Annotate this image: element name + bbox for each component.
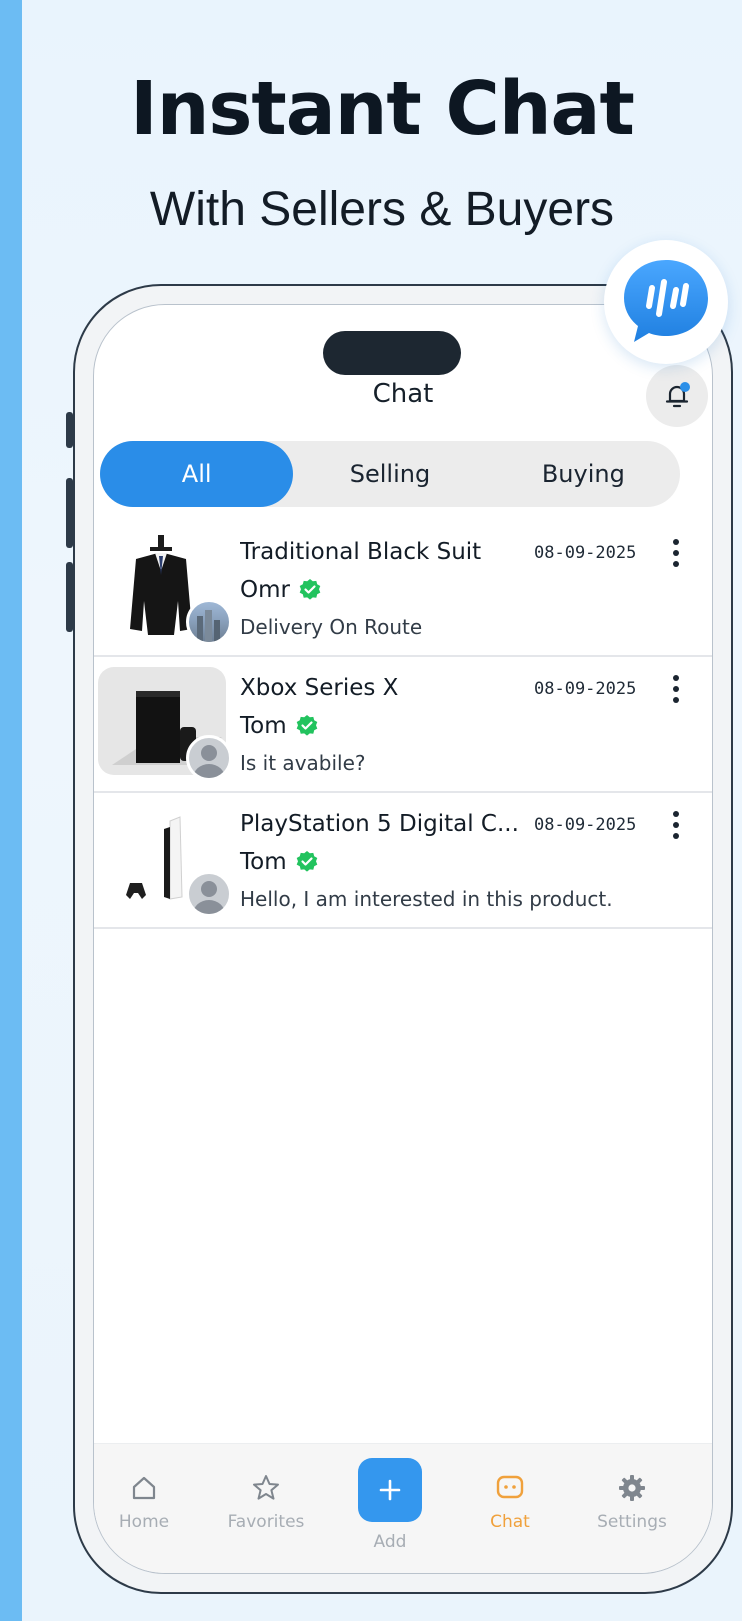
chat-title: Xbox Series X: [240, 675, 399, 701]
verified-badge-icon: [296, 715, 317, 736]
chat-last-message: Hello, I am interested in this product.: [240, 887, 613, 911]
verified-badge-icon: [299, 579, 321, 600]
tab-selling[interactable]: Selling: [293, 441, 486, 507]
chat-bubble-icon: [624, 260, 708, 342]
nav-home[interactable]: Home: [94, 1470, 194, 1532]
add-listing-button[interactable]: [358, 1458, 422, 1522]
chat-filter-tabs: All Selling Buying: [100, 441, 680, 507]
phone-frame: Chat All Selling Buying Traditional Blac…: [73, 284, 733, 1594]
nav-add-label: Add: [373, 1532, 407, 1552]
nav-favorites-label: Favorites: [227, 1512, 305, 1532]
gear-icon: [619, 1475, 645, 1501]
chat-title: PlayStation 5 Digital C...: [240, 811, 519, 837]
notification-button[interactable]: [646, 365, 708, 427]
hero-headline: Instant Chat: [130, 66, 635, 152]
nav-chat[interactable]: Chat: [460, 1470, 560, 1532]
chat-date: 08-09-2025: [534, 679, 637, 699]
phone-side-button: [66, 412, 73, 448]
star-icon: [253, 1475, 279, 1500]
more-options-icon[interactable]: [671, 675, 681, 709]
home-icon: [132, 1476, 156, 1500]
plus-icon: [379, 1479, 401, 1501]
more-options-icon[interactable]: [671, 811, 681, 845]
chat-title: Traditional Black Suit: [240, 539, 482, 565]
floating-chat-badge: [604, 240, 728, 364]
chat-date: 08-09-2025: [534, 815, 637, 835]
seller-name: Omr: [240, 577, 290, 603]
chat-date: 08-09-2025: [534, 543, 637, 563]
chat-seller: Omr: [240, 577, 322, 603]
nav-chat-label: Chat: [490, 1512, 530, 1532]
chat-last-message: Is it avabile?: [240, 751, 366, 775]
chat-seller: Tom: [240, 713, 319, 739]
seller-name: Tom: [240, 849, 287, 875]
verified-badge-icon: [296, 851, 317, 872]
phone-volume-up: [66, 478, 73, 548]
dynamic-island: [323, 331, 461, 375]
phone-screen: Chat All Selling Buying Traditional Blac…: [93, 304, 713, 1574]
chat-row[interactable]: PlayStation 5 Digital C... 08-09-2025 To…: [94, 793, 712, 929]
seller-name: Tom: [240, 713, 287, 739]
chat-icon: [496, 1475, 524, 1499]
page-title: Chat: [372, 379, 434, 409]
default-user-avatar: [186, 735, 232, 781]
chat-list: Traditional Black Suit 08-09-2025 Omr De…: [94, 521, 712, 929]
nav-home-label: Home: [118, 1512, 170, 1532]
nav-settings[interactable]: Settings: [582, 1470, 682, 1532]
bottom-navigation: Home Favorites Add Chat Settings: [94, 1443, 712, 1573]
nav-settings-label: Settings: [597, 1512, 667, 1532]
tab-buying[interactable]: Buying: [487, 441, 680, 507]
chat-row[interactable]: Xbox Series X 08-09-2025 Tom Is it avabi…: [94, 657, 712, 793]
chat-row[interactable]: Traditional Black Suit 08-09-2025 Omr De…: [94, 521, 712, 657]
default-user-avatar: [186, 871, 232, 917]
nav-favorites[interactable]: Favorites: [216, 1470, 316, 1532]
notification-dot: [680, 382, 690, 392]
phone-volume-down: [66, 562, 73, 632]
tab-all[interactable]: All: [100, 441, 294, 507]
chat-seller: Tom: [240, 849, 319, 875]
city-photo-avatar: [186, 599, 232, 645]
chat-last-message: Delivery On Route: [240, 615, 423, 639]
hero-subheadline: With Sellers & Buyers: [149, 183, 615, 236]
more-options-icon[interactable]: [671, 539, 681, 573]
